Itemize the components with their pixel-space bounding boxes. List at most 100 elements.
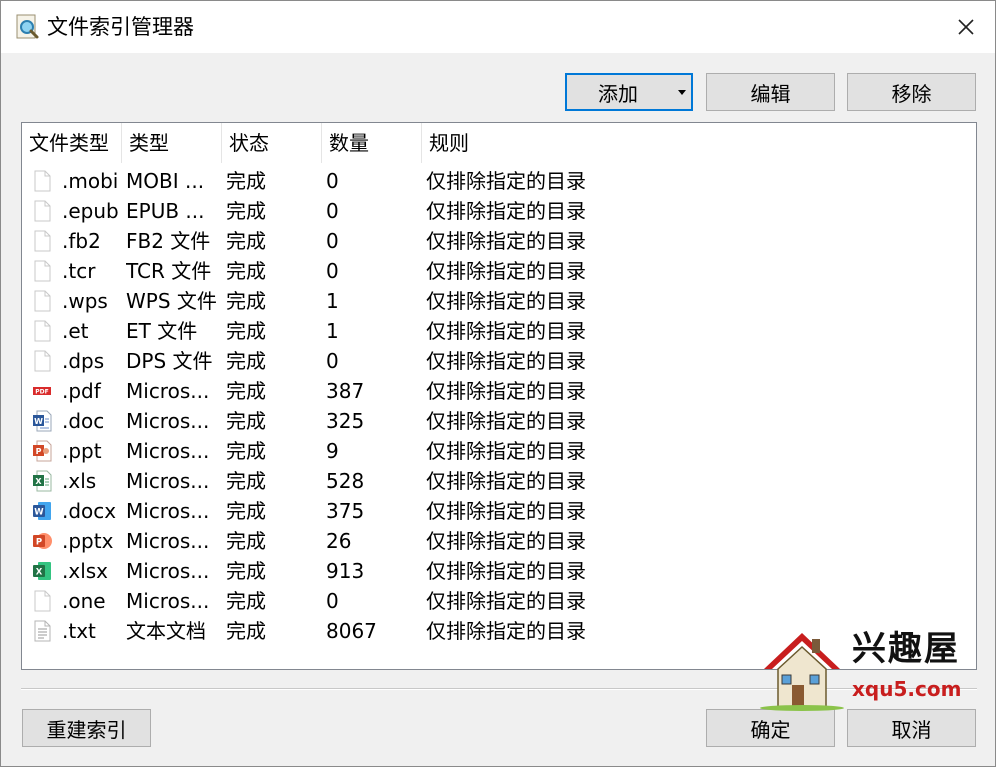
cell-status: 完成 xyxy=(226,289,266,313)
table-row[interactable]: X .xls Micros... 完成 528 仅排除指定的目录 xyxy=(22,466,976,496)
cell-rule: 仅排除指定的目录 xyxy=(426,319,586,343)
column-header-type[interactable]: 类型 xyxy=(122,123,222,163)
blank-file-icon xyxy=(32,260,52,282)
cell-rule: 仅排除指定的目录 xyxy=(426,379,586,403)
cell-status: 完成 xyxy=(226,439,266,463)
powerpoint-ppt-icon: P xyxy=(32,440,52,462)
cell-status: 完成 xyxy=(226,619,266,643)
dropdown-arrow-icon[interactable] xyxy=(678,90,686,95)
word-docx-icon: W xyxy=(32,500,52,522)
cell-file-extension: .dps xyxy=(62,349,105,373)
add-split-button[interactable]: 添加 xyxy=(565,73,693,111)
table-row[interactable]: .one Micros... 完成 0 仅排除指定的目录 xyxy=(22,586,976,616)
cancel-button-label: 取消 xyxy=(891,717,932,742)
table-row[interactable]: .et ET 文件 完成 1 仅排除指定的目录 xyxy=(22,316,976,346)
cell-file-extension: .docx xyxy=(62,499,117,523)
table-row[interactable]: P .pptx Micros... 完成 26 仅排除指定的目录 xyxy=(22,526,976,556)
cell-count: 0 xyxy=(326,199,339,223)
cell-file-extension: .txt xyxy=(62,619,96,643)
cell-rule: 仅排除指定的目录 xyxy=(426,469,586,493)
cell-rule: 仅排除指定的目录 xyxy=(426,169,586,193)
cell-rule: 仅排除指定的目录 xyxy=(426,289,586,313)
cell-file-extension: .tcr xyxy=(62,259,96,283)
column-header-count[interactable]: 数量 xyxy=(322,123,422,163)
cell-type: Micros... xyxy=(126,589,210,613)
remove-button[interactable]: 移除 xyxy=(847,73,976,111)
cell-file-extension: .doc xyxy=(62,409,105,433)
table-row[interactable]: P .ppt Micros... 完成 9 仅排除指定的目录 xyxy=(22,436,976,466)
cell-type: Micros... xyxy=(126,469,210,493)
cancel-button[interactable]: 取消 xyxy=(847,709,976,747)
table-row[interactable]: .mobi MOBI ... 完成 0 仅排除指定的目录 xyxy=(22,166,976,196)
cell-count: 387 xyxy=(326,379,365,403)
watermark-logo: 兴趣屋 xqu5.com xyxy=(756,627,966,711)
cell-rule: 仅排除指定的目录 xyxy=(426,499,586,523)
cell-type: Micros... xyxy=(126,379,210,403)
column-header-rule[interactable]: 规则 xyxy=(422,123,976,163)
column-header-status[interactable]: 状态 xyxy=(222,123,322,163)
cell-status: 完成 xyxy=(226,529,266,553)
cell-count: 528 xyxy=(326,469,365,493)
table-row[interactable]: W .docx Micros... 完成 375 仅排除指定的目录 xyxy=(22,496,976,526)
svg-text:PDF: PDF xyxy=(35,389,48,396)
table-row[interactable]: PDF .pdf Micros... 完成 387 仅排除指定的目录 xyxy=(22,376,976,406)
excel-xls-icon: X xyxy=(32,470,52,492)
cell-count: 0 xyxy=(326,589,339,613)
cell-type: WPS 文件 xyxy=(126,289,217,313)
close-button[interactable] xyxy=(937,1,995,53)
ok-button[interactable]: 确定 xyxy=(706,709,835,747)
cell-rule: 仅排除指定的目录 xyxy=(426,409,586,433)
table-row[interactable]: .wps WPS 文件 完成 1 仅排除指定的目录 xyxy=(22,286,976,316)
cell-type: FB2 文件 xyxy=(126,229,211,253)
cell-status: 完成 xyxy=(226,499,266,523)
rebuild-index-button-label: 重建索引 xyxy=(46,717,127,742)
cell-type: Micros... xyxy=(126,559,210,583)
cell-status: 完成 xyxy=(226,559,266,583)
cell-status: 完成 xyxy=(226,349,266,373)
cell-file-extension: .fb2 xyxy=(62,229,101,253)
cell-file-extension: .epub xyxy=(62,199,119,223)
table-row[interactable]: W .doc Micros... 完成 325 仅排除指定的目录 xyxy=(22,406,976,436)
cell-rule: 仅排除指定的目录 xyxy=(426,199,586,223)
watermark-site-name: 兴趣屋 xyxy=(852,629,960,669)
cell-type: Micros... xyxy=(126,529,210,553)
edit-button-label: 编辑 xyxy=(750,81,791,106)
cell-count: 375 xyxy=(326,499,365,523)
cell-count: 0 xyxy=(326,349,339,373)
cell-file-extension: .et xyxy=(62,319,89,343)
cell-file-extension: .xls xyxy=(62,469,97,493)
cell-count: 1 xyxy=(326,289,339,313)
title-bar: 文件索引管理器 xyxy=(1,1,995,53)
cell-count: 26 xyxy=(326,529,352,553)
column-header-file-type[interactable]: 文件类型 xyxy=(22,123,122,163)
table-row[interactable]: .dps DPS 文件 完成 0 仅排除指定的目录 xyxy=(22,346,976,376)
table-row[interactable]: .tcr TCR 文件 完成 0 仅排除指定的目录 xyxy=(22,256,976,286)
powerpoint-pptx-icon: P xyxy=(32,530,52,552)
pdf-file-icon: PDF xyxy=(32,380,52,402)
cell-status: 完成 xyxy=(226,259,266,283)
table-row[interactable]: .epub EPUB ... 完成 0 仅排除指定的目录 xyxy=(22,196,976,226)
cell-file-extension: .pdf xyxy=(62,379,101,403)
svg-text:P: P xyxy=(36,447,42,456)
blank-file-icon xyxy=(32,350,52,372)
add-button-label: 添加 xyxy=(598,81,638,106)
edit-button[interactable]: 编辑 xyxy=(706,73,835,111)
remove-button-label: 移除 xyxy=(891,81,932,106)
house-logo-icon xyxy=(760,633,844,711)
cell-rule: 仅排除指定的目录 xyxy=(426,349,586,373)
rebuild-index-button[interactable]: 重建索引 xyxy=(22,709,151,747)
file-type-list[interactable]: 文件类型 类型 状态 数量 规则 .mobi MOBI ... 完成 0 仅排除指定的目… xyxy=(21,122,977,670)
cell-type: 文本文档 xyxy=(126,619,206,643)
cell-count: 0 xyxy=(326,229,339,253)
cell-count: 8067 xyxy=(326,619,377,643)
cell-rule: 仅排除指定的目录 xyxy=(426,229,586,253)
table-row[interactable]: X .xlsx Micros... 完成 913 仅排除指定的目录 xyxy=(22,556,976,586)
cell-status: 完成 xyxy=(226,409,266,433)
cell-count: 0 xyxy=(326,169,339,193)
cell-count: 913 xyxy=(326,559,365,583)
cell-type: MOBI ... xyxy=(126,169,205,193)
watermark-site-url: xqu5.com xyxy=(852,677,962,701)
blank-file-icon xyxy=(32,170,52,192)
cell-count: 9 xyxy=(326,439,339,463)
table-row[interactable]: .fb2 FB2 文件 完成 0 仅排除指定的目录 xyxy=(22,226,976,256)
